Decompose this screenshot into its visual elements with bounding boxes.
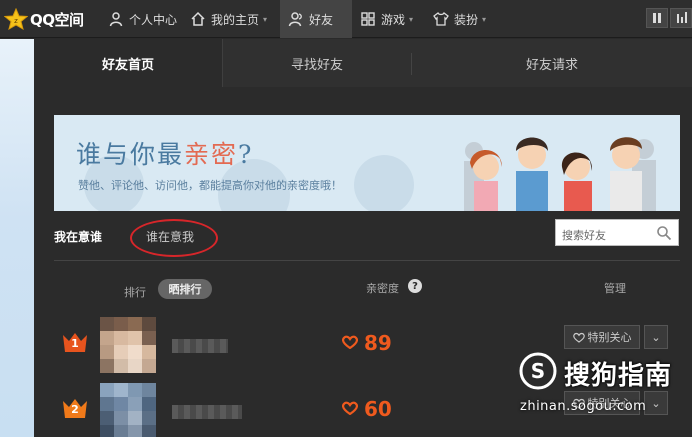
share-rank-button[interactable]: 晒排行 [158,279,212,299]
banner-title-text: 谁与你最 [76,140,185,169]
rank-number: 1 [71,337,79,350]
menu-icon[interactable] [670,8,692,28]
heart-outline-icon [572,332,585,343]
banner-subtitle: 赞他、评论他、访问他，都能提高你对他的亲密度哦！ [78,179,342,192]
avatar[interactable] [100,317,156,373]
tab-friend-requests[interactable]: 好友请求 [412,39,692,87]
background-sky-strip [0,39,34,437]
avatar[interactable] [100,383,156,437]
star-icon: z [4,8,28,30]
nav-label: 游戏 [381,12,406,27]
shirt-icon [433,12,449,26]
tab-friends-home[interactable]: 好友首页 [34,39,223,87]
intimacy-score: 60 [364,397,392,421]
friends-icon [288,12,302,27]
special-care-button[interactable]: 特别关心 [564,325,640,349]
banner-title-mark: ? [238,140,254,169]
chevron-down-icon: ▾ [263,14,268,24]
nav-decorate[interactable]: 装扮 ▾ [433,0,499,38]
rank-number: 2 [71,403,79,416]
qzone-logo[interactable]: z QQ空间 [4,7,84,31]
svg-text:S: S [531,359,545,383]
friend-name-blurred[interactable] [172,339,228,353]
search-friends-input[interactable]: 搜索好友 [555,219,679,246]
logo-text: QQ空间 [30,10,84,29]
nav-my-homepage[interactable]: 我的主页 ▾ [190,0,278,38]
banner-title: 谁与你最亲密? [76,135,253,171]
column-manage: 管理 [604,282,626,295]
friend-tabs: 好友首页 寻找好友 好友请求 [34,39,692,87]
nav-friends[interactable]: 好友 [280,0,352,38]
person-icon [109,12,123,27]
svg-text:z: z [14,17,18,25]
intimacy-banner: 谁与你最亲密? 赞他、评论他、访问他，都能提高你对他的亲密度哦！ [54,115,680,211]
search-icon[interactable] [656,225,672,241]
home-icon [191,11,205,26]
heart-icon [342,335,358,349]
nav-games[interactable]: 游戏 ▾ [360,0,422,38]
divider [54,260,680,261]
heart-icon [342,401,358,415]
rank-crown-icon: 2 [62,397,88,419]
nav-label: 好友 [309,12,334,27]
watermark-title: 搜狗指南 [564,361,673,391]
chevron-down-icon: ⌄ [651,330,661,344]
sogou-logo-icon: S [519,352,557,390]
intimacy-score: 89 [364,331,392,355]
chevron-down-icon: ▾ [409,14,414,24]
tab-find-friends[interactable]: 寻找好友 [223,39,411,87]
column-intimacy: 亲密度 [366,282,399,295]
subtab-i-care[interactable]: 我在意谁 [54,228,102,245]
pause-icon[interactable] [646,8,668,28]
nav-label: 装扮 [454,12,479,27]
nav-personal-center[interactable]: 个人中心 [106,0,186,38]
grid-icon [361,12,375,26]
red-highlight-circle [130,219,218,257]
nav-label: 我的主页 [211,12,260,27]
top-navigation-bar: z QQ空间 个人中心 我的主页 ▾ 好友 游戏 ▾ 装扮 ▾ [0,0,692,38]
column-rank: 排行 [124,286,146,299]
manage-dropdown[interactable]: ⌄ [644,325,668,349]
nav-label: 个人中心 [129,12,178,27]
special-care-label: 特别关心 [587,331,632,344]
chevron-down-icon: ▾ [482,14,487,24]
search-placeholder: 搜索好友 [562,229,606,242]
help-icon[interactable]: ? [408,279,422,293]
rank-crown-icon: 1 [62,331,88,353]
banner-title-highlight: 亲密 [184,140,239,169]
friend-name-blurred[interactable] [172,405,242,419]
watermark-url: zhinan.sogou.com [520,399,647,414]
sogou-watermark: S 搜狗指南 zhinan.sogou.com [514,349,684,435]
